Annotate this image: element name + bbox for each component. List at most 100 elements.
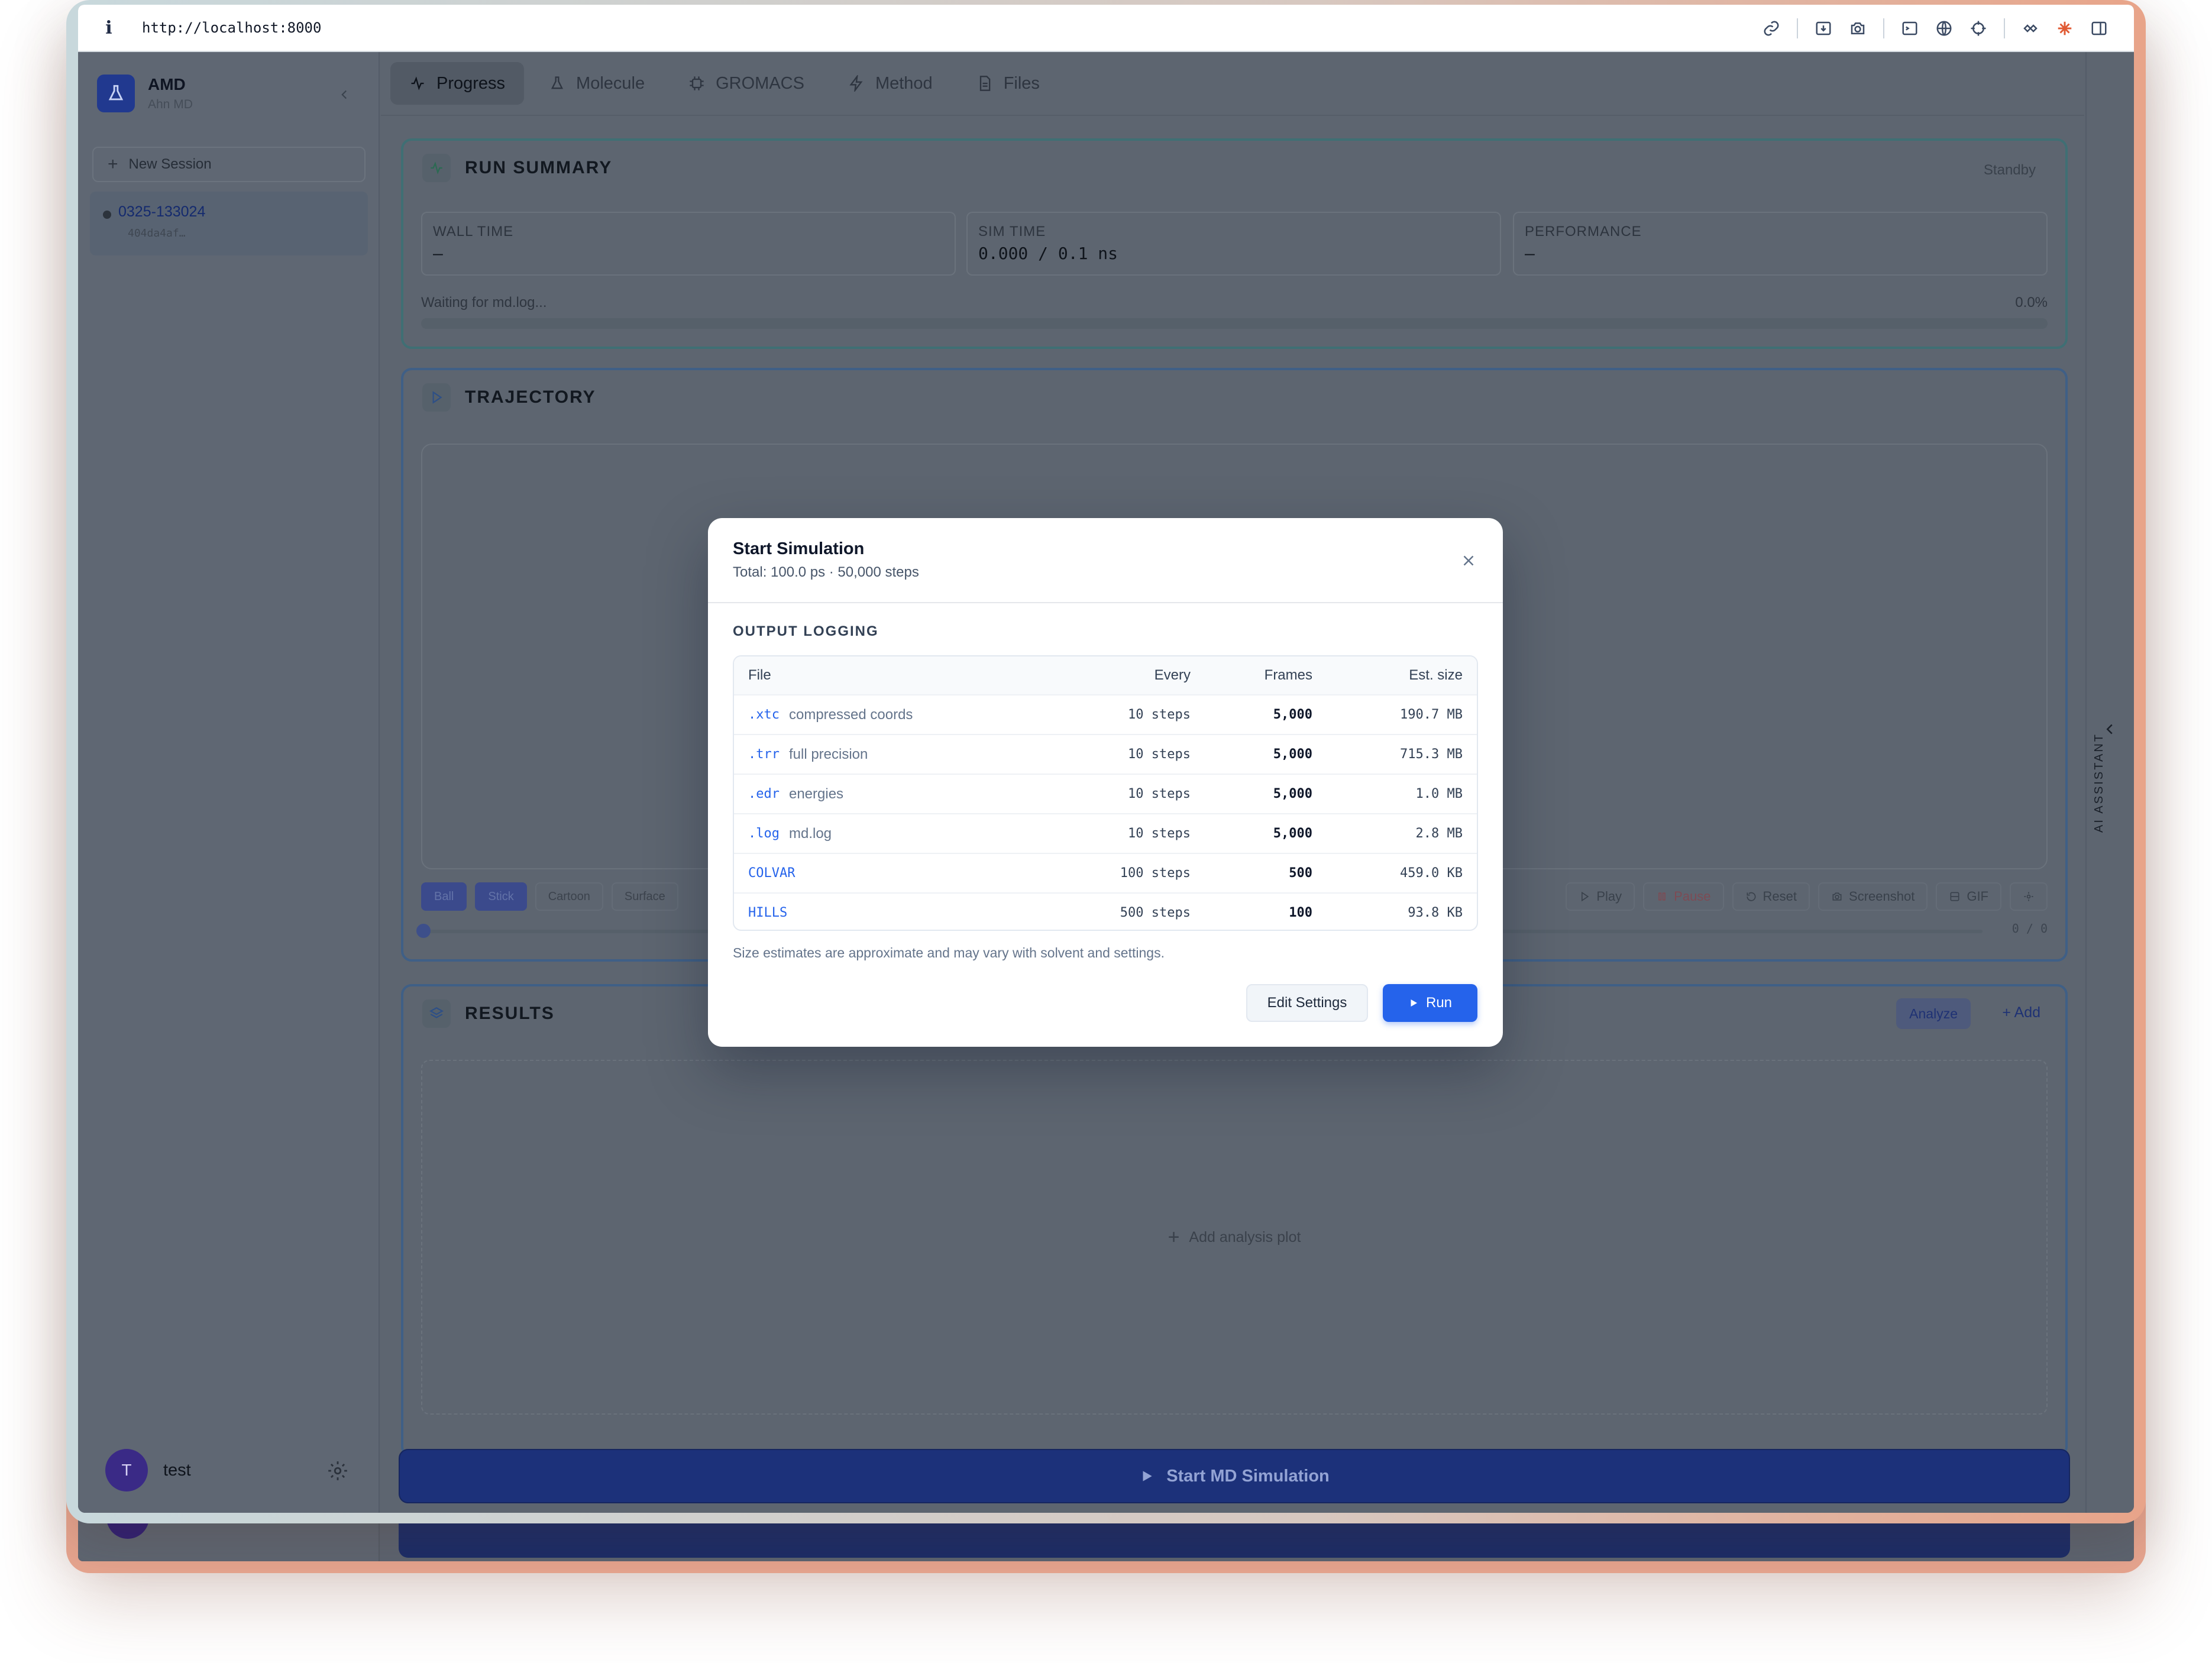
wall-time-metric: WALL TIME — [421, 212, 956, 276]
cpu-icon [690, 76, 704, 90]
pause-label: Pause [1674, 889, 1711, 904]
layers-icon [422, 999, 451, 1028]
progress-bar [421, 318, 2048, 329]
edit-settings-button[interactable]: Edit Settings [1246, 984, 1368, 1022]
chevron-left-icon[interactable] [332, 83, 356, 106]
sidebar: AMD Ahn MD + New Session 0325-133024 404… [78, 52, 380, 1513]
url-text[interactable]: http://localhost:8000 [142, 20, 321, 36]
session-item[interactable]: 0325-133024 404da4af… [90, 192, 368, 255]
screenshot-label: Screenshot [1849, 889, 1915, 904]
table-row: .log md.log 10 steps 5,000 2.8 MB [734, 813, 1477, 853]
new-session-label: New Session [128, 156, 212, 172]
start-md-simulation-button[interactable]: Start MD Simulation [399, 1449, 2070, 1503]
file-extension: .xtc [748, 707, 780, 722]
file-icon [979, 76, 991, 91]
performance-metric: PERFORMANCE — [1513, 212, 2048, 276]
run-label: Run [1425, 995, 1453, 1011]
terminal-icon[interactable] [1893, 5, 1927, 52]
analyze-button[interactable]: Analyze [1896, 998, 1971, 1029]
sidebar-toggle-icon[interactable] [2082, 5, 2116, 52]
extension-icon[interactable] [2013, 5, 2048, 52]
size-value: 190.7 MB [1400, 707, 1463, 722]
claude-spark-icon[interactable] [2048, 5, 2082, 52]
every-value: 100 steps [1120, 866, 1191, 881]
gif-button[interactable]: GIF [1936, 882, 2001, 911]
close-icon[interactable] [1457, 549, 1480, 572]
tab-method[interactable]: Method [829, 62, 952, 105]
table-row: .trr full precision 10 steps 5,000 715.3 … [734, 734, 1477, 774]
dialog-subtitle: Total: 100.0 ps · 50,000 steps [733, 564, 919, 580]
style-stick-button[interactable]: Stick [475, 882, 527, 911]
camera-icon [1832, 892, 1842, 901]
analyze-label: Analyze [1909, 1005, 1958, 1021]
globe-icon[interactable] [1927, 5, 1961, 52]
brand-subtitle: Ahn MD [148, 98, 193, 111]
frames-value: 100 [1289, 905, 1312, 920]
user-profile[interactable]: T test [105, 1449, 191, 1491]
tab-molecule[interactable]: Molecule [530, 62, 664, 105]
film-icon [1950, 892, 1959, 901]
file-description: full precision [788, 746, 868, 762]
browser-toolbar [1754, 5, 2116, 52]
playback-controls: Play Pause Reset Screenshot GIF [1566, 882, 2048, 911]
add-button[interactable]: + Add [2002, 1004, 2040, 1021]
frame-counter: 0 / 0 [2012, 921, 2048, 936]
session-status-dot [103, 211, 111, 219]
activity-icon [411, 76, 424, 90]
size-value: 93.8 KB [1408, 905, 1463, 920]
run-button[interactable]: Run [1383, 984, 1477, 1022]
url-bar: i http://localhost:8000 [78, 5, 2134, 52]
link-icon[interactable] [1754, 5, 1789, 52]
reset-icon [1747, 892, 1756, 901]
viewer-settings-button[interactable] [2010, 882, 2048, 911]
every-value: 500 steps [1120, 905, 1191, 920]
column-size: Est. size [1409, 667, 1463, 683]
reset-button[interactable]: Reset [1732, 882, 1810, 911]
ai-assistant-label: AI ASSISTANT [2093, 733, 2106, 833]
new-session-button[interactable]: + New Session [92, 147, 366, 182]
tab-files[interactable]: Files [958, 62, 1059, 105]
ai-assistant-rail[interactable]: AI ASSISTANT [2085, 52, 2134, 1513]
metric-value: — [433, 244, 443, 263]
pause-button[interactable]: Pause [1643, 882, 1724, 911]
play-label: Play [1596, 889, 1622, 904]
results-card: RESULTS Analyze + Add + Add analysis plo… [401, 984, 2068, 1457]
camera-icon[interactable] [1841, 5, 1875, 52]
add-analysis-plot-area[interactable]: + Add analysis plot [421, 1060, 2048, 1415]
progress-percent: 0.0% [2015, 295, 2048, 310]
frame-slider-thumb[interactable] [416, 924, 431, 938]
dialog-title: Start Simulation [733, 539, 865, 558]
column-every: Every [1154, 667, 1191, 683]
trajectory-title: TRAJECTORY [465, 387, 596, 407]
frames-value: 5,000 [1273, 787, 1312, 801]
user-name: test [163, 1460, 191, 1480]
screenshot-button[interactable]: Screenshot [1818, 882, 1928, 911]
style-cartoon-button[interactable]: Cartoon [535, 882, 603, 911]
flask-icon [551, 76, 564, 89]
frames-value: 5,000 [1273, 747, 1312, 762]
file-extension: HILLS [748, 905, 788, 920]
download-screen-icon[interactable] [1806, 5, 1841, 52]
play-icon [1143, 1471, 1152, 1481]
frames-value: 500 [1289, 866, 1312, 881]
style-surface-button[interactable]: Surface [611, 882, 678, 911]
table-row: .xtc compressed coords 10 steps 5,000 190… [734, 694, 1477, 734]
file-extension: .trr [748, 747, 780, 762]
crosshair-icon[interactable] [1961, 5, 1996, 52]
sim-time-metric: SIM TIME 0.000 / 0.1 ns [966, 212, 1501, 276]
output-logging-label: OUTPUT LOGGING [733, 623, 879, 639]
tab-progress[interactable]: Progress [390, 62, 525, 105]
session-id: 0325-133024 [118, 203, 206, 220]
brand: AMD Ahn MD [97, 75, 193, 112]
every-value: 10 steps [1128, 787, 1191, 801]
play-button[interactable]: Play [1566, 882, 1635, 911]
every-value: 10 steps [1128, 826, 1191, 841]
render-style-group: Ball Stick Cartoon Surface [421, 882, 678, 911]
tab-gromacs[interactable]: GROMACS [670, 62, 823, 105]
size-value: 459.0 KB [1400, 866, 1463, 881]
metric-value: 0.000 / 0.1 ns [978, 244, 1118, 263]
gear-icon[interactable] [326, 1460, 349, 1482]
plus-icon: + [1168, 1225, 1180, 1248]
style-ball-button[interactable]: Ball [421, 882, 467, 911]
info-icon[interactable]: i [97, 18, 121, 38]
